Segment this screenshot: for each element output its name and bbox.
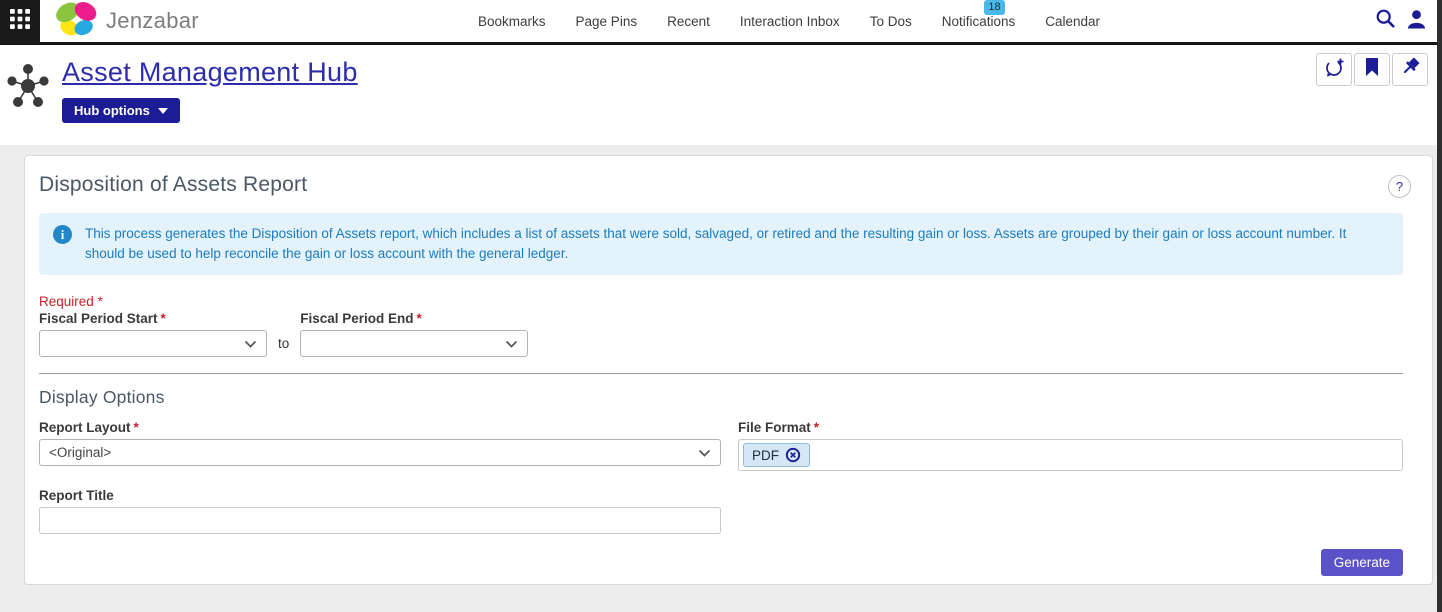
panel-title: Disposition of Assets Report [39, 173, 307, 197]
report-layout-label: Report Layout* [39, 420, 721, 435]
fiscal-period-start-select[interactable] [39, 330, 267, 357]
hub-options-label: Hub options [74, 103, 150, 118]
nav-item-to-dos[interactable]: To Dos [870, 14, 912, 29]
hub-options-button[interactable]: Hub options [62, 98, 180, 123]
info-icon: i [53, 225, 72, 244]
top-nav-menu: Bookmarks Page Pins Recent Interaction I… [478, 0, 1100, 42]
user-profile-button[interactable] [1407, 9, 1426, 34]
report-layout-value: <Original> [49, 445, 111, 460]
help-button[interactable]: ? [1388, 175, 1411, 198]
display-options-heading: Display Options [39, 387, 1403, 408]
hub-sync-add-button[interactable] [1316, 53, 1352, 86]
jenzabar-logo[interactable]: Jenzabar [54, 0, 199, 43]
nav-item-notifications[interactable]: 18 Notifications [942, 14, 1016, 29]
disposition-report-panel: Disposition of Assets Report ? i This pr… [24, 155, 1433, 585]
window-right-edge [1437, 0, 1442, 612]
bookmark-icon [1364, 57, 1380, 82]
pin-page-button[interactable] [1392, 53, 1428, 86]
file-format-chip: PDF [743, 443, 810, 467]
report-title-label: Report Title [39, 488, 1403, 503]
nav-item-page-pins[interactable]: Page Pins [576, 14, 638, 29]
info-banner: i This process generates the Disposition… [39, 213, 1403, 275]
fiscal-period-end-select[interactable] [300, 330, 528, 357]
file-format-label: File Format* [738, 420, 1403, 435]
report-title-input[interactable] [39, 507, 721, 534]
info-banner-text: This process generates the Disposition o… [85, 224, 1387, 263]
section-divider [39, 373, 1403, 374]
nav-item-notifications-label: Notifications [942, 14, 1016, 29]
app-grid-icon [10, 9, 30, 34]
user-profile-icon [1407, 9, 1426, 34]
hub-header: Asset Management Hub Hub options [0, 45, 1442, 145]
jenzabar-butterfly-icon [54, 0, 100, 43]
top-nav-actions [1375, 0, 1426, 42]
sync-add-icon [1323, 56, 1345, 83]
chevron-down-icon [505, 336, 518, 351]
search-button[interactable] [1375, 8, 1396, 34]
app-grid-button[interactable] [0, 0, 40, 44]
range-separator: to [278, 336, 289, 351]
chevron-down-icon [244, 336, 257, 351]
page-title-link[interactable]: Asset Management Hub [62, 57, 358, 88]
report-layout-select[interactable]: <Original> [39, 439, 721, 466]
search-icon [1375, 8, 1396, 34]
hub-network-icon [5, 60, 51, 145]
nav-item-interaction-inbox[interactable]: Interaction Inbox [740, 14, 840, 29]
question-mark-icon: ? [1396, 179, 1403, 194]
required-note: Required * [39, 294, 1403, 309]
brand-text: Jenzabar [106, 8, 199, 34]
bookmark-page-button[interactable] [1354, 53, 1390, 86]
nav-item-recent[interactable]: Recent [667, 14, 710, 29]
chevron-down-icon [698, 445, 711, 460]
file-format-chip-label: PDF [752, 448, 779, 463]
chip-remove-icon[interactable] [785, 447, 801, 463]
file-format-tag-input[interactable]: PDF [738, 439, 1403, 471]
nav-item-calendar[interactable]: Calendar [1045, 14, 1100, 29]
fiscal-period-start-label: Fiscal Period Start* [39, 311, 267, 326]
nav-item-bookmarks[interactable]: Bookmarks [478, 14, 546, 29]
notifications-badge: 18 [984, 0, 1004, 15]
pushpin-icon [1399, 56, 1421, 83]
hub-header-actions [1316, 53, 1428, 86]
fiscal-period-row: Fiscal Period Start* to Fiscal Period En… [39, 309, 1403, 357]
chevron-down-icon [158, 108, 168, 114]
fiscal-period-end-label: Fiscal Period End* [300, 311, 528, 326]
generate-button[interactable]: Generate [1321, 549, 1403, 576]
top-nav-bar: Jenzabar Bookmarks Page Pins Recent Inte… [0, 0, 1442, 45]
